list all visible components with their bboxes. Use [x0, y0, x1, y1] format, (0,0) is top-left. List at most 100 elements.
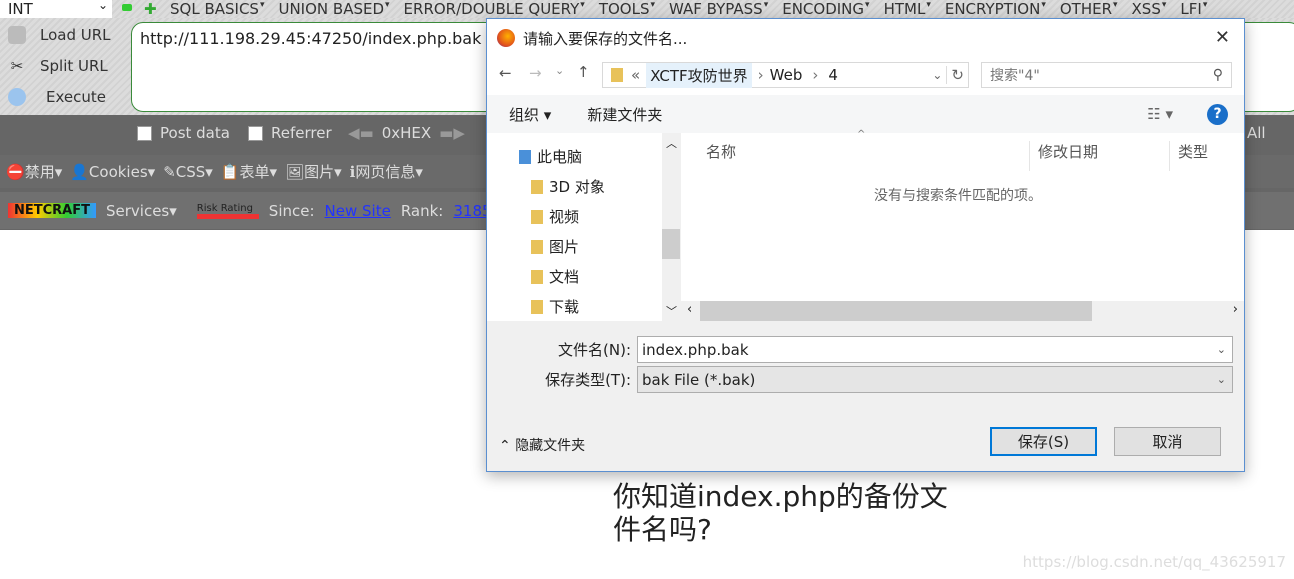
folder-icon [531, 269, 543, 284]
forward-icon[interactable]: → [529, 64, 542, 82]
load-url-button[interactable]: Load URL [8, 26, 111, 44]
computer-icon [519, 149, 531, 164]
scissors-icon: ✂ [10, 57, 24, 75]
menu-html[interactable]: HTML [884, 0, 926, 18]
caret-icon: ▾ [865, 0, 870, 10]
menu-union-based[interactable]: UNION BASED [278, 0, 384, 18]
help-icon[interactable]: ? [1207, 103, 1228, 125]
filetype-row: 保存类型(T): bak File (*.bak) ⌄ [487, 366, 1233, 393]
cancel-button[interactable]: 取消 [1114, 427, 1221, 456]
devbar-item[interactable]: ⛔禁用▾ [6, 161, 62, 182]
hackbar-menu: INT ⌄ ✚ SQL BASICS ▾ UNION BASED ▾ ERROR/DOUB… [0, 0, 1294, 18]
up-icon[interactable]: ↑ [577, 63, 590, 81]
post-data-checkbox[interactable]: Post data [137, 124, 230, 142]
play-icon [8, 88, 26, 106]
save-dialog: 请输入要保存的文件名... ✕ ← → ⌄ ↑ « XCTF攻防世界 › Web ›… [486, 18, 1245, 472]
since-link[interactable]: New Site [325, 202, 391, 220]
breadcrumb-xctf[interactable]: XCTF攻防世界 [646, 62, 752, 88]
dialog-titlebar: 请输入要保存的文件名... [487, 19, 1244, 57]
devbar-icon: 📋 [220, 163, 240, 181]
breadcrumb-web[interactable]: Web [770, 66, 803, 84]
page-text: 你知道index.php的备份文件名吗? [613, 480, 948, 546]
filename-input[interactable]: index.php.bak ⌄ [637, 336, 1233, 363]
watermark: https://blog.csdn.net/qq_43625917 [1022, 553, 1286, 571]
caret-icon: ▾ [1113, 0, 1118, 10]
menu-other[interactable]: OTHER [1060, 0, 1112, 18]
split-url-button[interactable]: ✂ Split URL [8, 57, 108, 75]
scrollbar-vertical[interactable]: ︿ ﹀ [662, 133, 680, 321]
tree-item[interactable]: 视频 [531, 206, 579, 227]
devbar-icon: 🖼 [285, 163, 305, 181]
chevron-down-icon[interactable]: ⌄ [932, 68, 946, 82]
devbar-item[interactable]: 📋表单▾ [221, 161, 277, 182]
back-icon[interactable]: ← [499, 64, 512, 82]
menu-lfi[interactable]: LFI [1180, 0, 1201, 18]
devbar-item[interactable]: ℹ网页信息▾ [350, 161, 423, 182]
checkbox [137, 125, 152, 141]
view-icon[interactable]: ☷ ▾ [1147, 105, 1173, 123]
caret-icon: ▾ [926, 0, 931, 10]
referrer-checkbox[interactable]: Referrer [248, 124, 332, 142]
menu-waf-bypass[interactable]: WAF BYPASS [669, 0, 763, 18]
new-folder-button[interactable]: 新建文件夹 [587, 104, 662, 125]
folder-icon [531, 209, 543, 224]
chevron-down-icon: ⌄ [98, 0, 109, 12]
empty-message: 没有与搜索条件匹配的项。 [874, 188, 1042, 204]
menu-xss[interactable]: XSS [1132, 0, 1161, 18]
refresh-icon[interactable]: ↻ [946, 66, 968, 84]
menu-tools[interactable]: TOOLS [599, 0, 650, 18]
execute-button[interactable]: Execute [8, 88, 106, 106]
hide-folders-toggle[interactable]: ⌃ 隐藏文件夹 [499, 435, 585, 455]
column-type[interactable]: 类型 [1169, 141, 1208, 171]
devbar-item[interactable]: ✎CSS▾ [163, 163, 213, 181]
nav-row: ← → ⌄ ↑ « XCTF攻防世界 › Web › 4 ⌄ ↻ 搜索"4" ⚲ [487, 57, 1244, 95]
navigation-pane: 此电脑 3D 对象视频图片文档下载 ︿ ﹀ [487, 133, 680, 321]
scrollbar-horizontal[interactable]: ‹ › [681, 301, 1244, 321]
organize-menu[interactable]: 组织 ▾ [509, 104, 551, 125]
folder-icon [531, 239, 543, 254]
tree-item[interactable]: 图片 [531, 236, 579, 257]
caret-icon: ▾ [1202, 0, 1208, 10]
arrow-right-icon: ▬▶ [439, 124, 465, 142]
hex-button[interactable]: ◀▬ 0xHEX ▬▶ [348, 124, 465, 142]
folder-icon [531, 299, 543, 314]
filetype-select[interactable]: bak File (*.bak) ⌄ [637, 366, 1233, 393]
menu-encryption[interactable]: ENCRYPTION [945, 0, 1040, 18]
plus-icon[interactable]: ✚ [144, 0, 157, 18]
tree-item[interactable]: 此电脑 [519, 146, 582, 167]
tree-item[interactable]: 文档 [531, 266, 579, 287]
netcraft-logo[interactable]: NETCRAFT [8, 203, 96, 218]
int-select[interactable]: INT ⌄ [0, 0, 112, 18]
tree-item[interactable]: 下载 [531, 296, 579, 317]
caret-icon: ▾ [580, 0, 585, 10]
column-date[interactable]: 修改日期 [1029, 141, 1098, 171]
caret-icon: ▾ [385, 0, 390, 10]
risk-rating: Risk Rating [196, 203, 259, 219]
devbar-item[interactable]: 👤Cookies▾ [70, 163, 155, 181]
menu-error-double-query[interactable]: ERROR/DOUBLE QUERY [404, 0, 580, 18]
checkbox [248, 125, 263, 141]
column-name[interactable]: 名称 [706, 141, 736, 162]
save-button[interactable]: 保存(S) [990, 427, 1097, 456]
arrow-left-icon: ◀▬ [348, 124, 374, 142]
file-list: 名称 ^ 修改日期 类型 没有与搜索条件匹配的项。 ‹ › [681, 129, 1244, 321]
caret-icon: ▾ [1041, 0, 1046, 10]
search-icon: ⚲ [1212, 67, 1223, 83]
search-input[interactable]: 搜索"4" ⚲ [981, 62, 1232, 88]
close-button[interactable]: ✕ [1215, 27, 1230, 48]
all-button[interactable]: All [1247, 124, 1266, 142]
address-bar[interactable]: « XCTF攻防世界 › Web › 4 ⌄ ↻ [602, 62, 969, 88]
tree-item[interactable]: 3D 对象 [531, 176, 605, 197]
minus-icon[interactable] [122, 4, 132, 11]
filename-row: 文件名(N): index.php.bak ⌄ [487, 336, 1233, 363]
services-menu[interactable]: Services▾ [106, 202, 177, 220]
devbar-item[interactable]: 🖼图片▾ [285, 161, 342, 182]
caret-icon: ▾ [1161, 0, 1167, 10]
menu-sql-basics[interactable]: SQL BASICS [170, 0, 259, 18]
breadcrumb-4[interactable]: 4 [828, 66, 838, 84]
firefox-icon [497, 29, 515, 47]
menu-encoding[interactable]: ENCODING [782, 0, 864, 18]
chevron-down-icon: ⌄ [1216, 373, 1226, 386]
recent-icon[interactable]: ⌄ [555, 64, 564, 77]
load-icon [8, 26, 26, 44]
